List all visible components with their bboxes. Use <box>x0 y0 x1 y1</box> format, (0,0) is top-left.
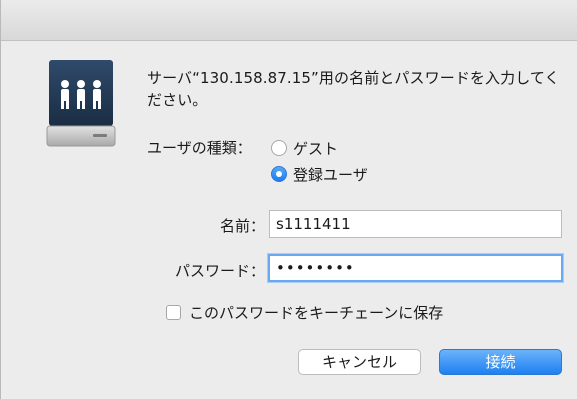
title-bar <box>1 0 577 41</box>
connect-button[interactable]: 接続 <box>439 349 562 375</box>
save-in-keychain-option[interactable]: このパスワードをキーチェーンに保存 <box>166 302 443 323</box>
user-kind-label: ユーザの種類： <box>147 139 252 157</box>
shared-server-icon <box>45 58 117 152</box>
password-label: パスワード： <box>174 262 265 280</box>
dialog-prompt: サーバ“130.158.87.15”用の名前とパスワードを入力してください。 <box>147 69 560 109</box>
name-label: 名前： <box>219 217 265 235</box>
name-field[interactable]: s1111411 <box>269 210 562 238</box>
password-field[interactable]: •••••••• <box>268 254 563 282</box>
radio-guest-label: ゲスト <box>293 139 339 158</box>
save-in-keychain-checkbox[interactable] <box>166 305 181 320</box>
radio-registered-user-label: 登録ユーザ <box>293 165 368 184</box>
save-in-keychain-label: このパスワードをキーチェーンに保存 <box>189 304 444 322</box>
connect-to-server-dialog: サーバ“130.158.87.15”用の名前とパスワードを入力してください。 ユ… <box>0 0 577 399</box>
radio-guest[interactable]: ゲスト <box>271 137 338 159</box>
radio-registered-user-button[interactable] <box>271 166 287 182</box>
cancel-button[interactable]: キャンセル <box>298 349 421 375</box>
radio-registered-user[interactable]: 登録ユーザ <box>271 163 368 185</box>
radio-guest-button[interactable] <box>271 140 287 156</box>
